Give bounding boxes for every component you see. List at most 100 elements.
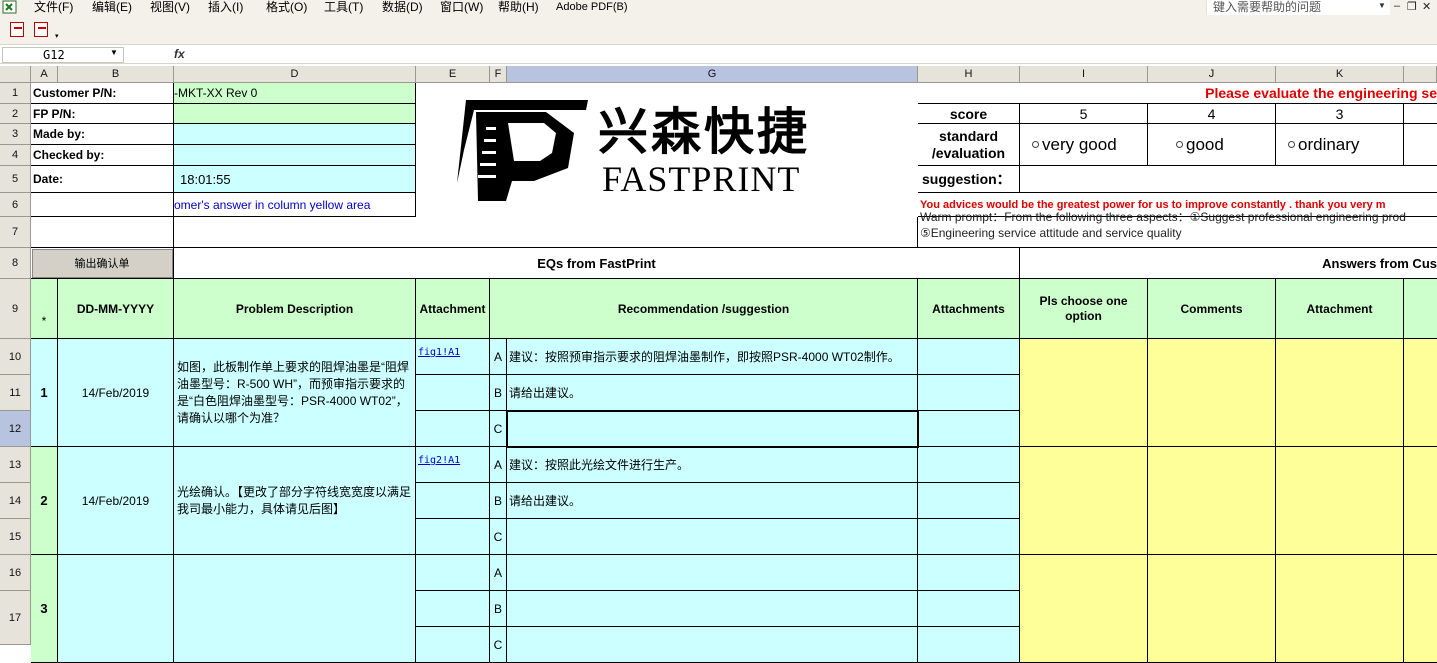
row-header-3[interactable]: 3 <box>0 124 31 145</box>
eq1-date[interactable]: 14/Feb/2019 <box>58 339 174 447</box>
row-header-13[interactable]: 13 <box>0 447 31 483</box>
eq2-comments[interactable] <box>1148 447 1276 555</box>
eq1-attachment-c[interactable] <box>416 411 490 447</box>
row-header-2[interactable]: 2 <box>0 104 31 124</box>
export-confirmation-button[interactable]: 输出确认单 <box>31 248 173 278</box>
menu-edit[interactable]: 编辑(E) <box>92 0 132 16</box>
eq1-attachment-b[interactable] <box>416 375 490 411</box>
eq2-attachments-c[interactable] <box>918 519 1020 555</box>
customer-pn-value[interactable]: -MKT-XX Rev 0 <box>174 83 416 104</box>
radio-very-good-icon[interactable] <box>1032 141 1039 148</box>
eq2-attachment-c[interactable] <box>416 519 490 555</box>
close-icon[interactable]: ✕ <box>1422 0 1431 13</box>
menu-window[interactable]: 窗口(W) <box>440 0 483 16</box>
column-header-g[interactable]: G <box>507 66 918 83</box>
eq1-choose[interactable] <box>1020 339 1148 447</box>
eq2-customer-attachment[interactable] <box>1276 447 1404 555</box>
made-by-value[interactable] <box>174 124 416 145</box>
fp-pn-value[interactable] <box>174 104 416 124</box>
option-very-good[interactable]: very good <box>1020 124 1148 166</box>
active-cell-selection[interactable] <box>506 410 919 448</box>
row-header-6[interactable]: 6 <box>0 193 31 217</box>
eq2-next[interactable] <box>1404 447 1437 555</box>
date-value[interactable]: 18:01:55 <box>174 166 416 193</box>
eq3-attachment-a[interactable] <box>416 555 490 591</box>
eq3-problem[interactable] <box>174 555 416 663</box>
row-header-4[interactable]: 4 <box>0 145 31 166</box>
column-header-j[interactable]: J <box>1148 66 1276 83</box>
eq1-attachments-c[interactable] <box>918 411 1020 447</box>
menu-format[interactable]: 格式(O) <box>266 0 307 16</box>
eq3-attachment-c[interactable] <box>416 627 490 663</box>
menu-tools[interactable]: 工具(T) <box>324 0 363 16</box>
eq3-customer-attachment[interactable] <box>1276 555 1404 663</box>
column-header-l[interactable] <box>1404 66 1437 83</box>
eq2-problem[interactable]: 光绘确认。【更改了部分字符线宽宽度以满足我司最小能力，具体请见后图】 <box>174 447 416 555</box>
row-header-14[interactable]: 14 <box>0 483 31 519</box>
eq1-comments[interactable] <box>1148 339 1276 447</box>
select-all-corner[interactable] <box>0 66 31 83</box>
row-header-15[interactable]: 15 <box>0 519 31 555</box>
pdf-email-icon[interactable] <box>34 22 48 37</box>
eq3-attachments-c[interactable] <box>918 627 1020 663</box>
row-header-9[interactable]: 9 <box>0 279 31 339</box>
pdf-convert-icon[interactable] <box>10 22 24 37</box>
toolbar-options-icon[interactable]: ▾ <box>55 32 59 40</box>
column-header-f[interactable]: F <box>490 66 507 83</box>
eq3-choose[interactable] <box>1020 555 1148 663</box>
eq1-attachment-a[interactable]: fig1!A1 <box>416 339 490 375</box>
eq1-attachments-a[interactable] <box>918 339 1020 375</box>
radio-good-icon[interactable] <box>1176 141 1183 148</box>
column-header-h[interactable]: H <box>918 66 1020 83</box>
column-header-b[interactable]: B <box>58 66 174 83</box>
eq3-comments[interactable] <box>1148 555 1276 663</box>
eq3-attachment-b[interactable] <box>416 591 490 627</box>
column-header-d[interactable]: D <box>174 66 416 83</box>
eq3-attachments-b[interactable] <box>918 591 1020 627</box>
eq1-option-b[interactable]: 请给出建议。 <box>507 375 918 411</box>
eq2-attachments-a[interactable] <box>918 447 1020 483</box>
help-search-input[interactable]: 键入需要帮助的问题 <box>1206 0 1390 15</box>
menu-data[interactable]: 数据(D) <box>382 0 423 16</box>
name-box-dropdown-icon[interactable]: ▼ <box>110 48 118 57</box>
radio-ordinary-icon[interactable] <box>1288 141 1295 148</box>
checked-by-value[interactable] <box>174 145 416 166</box>
row-header-17[interactable]: 17 <box>0 591 31 645</box>
eq3-date[interactable] <box>58 555 174 663</box>
column-header-e[interactable]: E <box>416 66 490 83</box>
eq2-link[interactable]: fig2!A1 <box>418 455 460 466</box>
column-header-i[interactable]: I <box>1020 66 1148 83</box>
menu-insert[interactable]: 插入(I) <box>208 0 243 16</box>
eq1-link[interactable]: fig1!A1 <box>418 347 460 358</box>
row-header-8[interactable]: 8 <box>0 248 31 279</box>
menu-view[interactable]: 视图(V) <box>150 0 190 16</box>
column-header-a[interactable]: A <box>31 66 58 83</box>
row7-blank-d[interactable] <box>174 217 918 248</box>
row-header-12[interactable]: 12 <box>0 411 31 447</box>
eq2-choose[interactable] <box>1020 447 1148 555</box>
restore-icon[interactable]: ❐ <box>1407 0 1417 13</box>
eq1-problem[interactable]: 如图，此板制作单上要求的阻焊油墨是“阻焊油墨型号：R-500 WH”，而预审指示… <box>174 339 416 447</box>
row-header-7[interactable]: 7 <box>0 217 31 248</box>
eq2-date[interactable]: 14/Feb/2019 <box>58 447 174 555</box>
name-box[interactable]: G12 <box>2 47 124 63</box>
option-good[interactable]: good <box>1148 124 1276 166</box>
eq1-next[interactable] <box>1404 339 1437 447</box>
eq2-attachments-b[interactable] <box>918 483 1020 519</box>
row6-blank[interactable] <box>31 193 174 217</box>
help-dropdown-icon[interactable]: ▼ <box>1378 1 1386 10</box>
option-ordinary[interactable]: ordinary <box>1276 124 1404 166</box>
eq3-option-b[interactable] <box>507 591 918 627</box>
row-header-10[interactable]: 10 <box>0 339 31 375</box>
function-icon[interactable]: fx <box>174 47 185 61</box>
menu-help[interactable]: 帮助(H) <box>498 0 539 16</box>
menu-file[interactable]: 文件(F) <box>34 0 73 16</box>
row-header-5[interactable]: 5 <box>0 166 31 193</box>
eq3-attachments-a[interactable] <box>918 555 1020 591</box>
eq2-option-b[interactable]: 请给出建议。 <box>507 483 918 519</box>
eq1-option-a[interactable]: 建议：按照预审指示要求的阻焊油墨制作，即按照PSR-4000 WT02制作。 <box>507 339 918 375</box>
eq3-next[interactable] <box>1404 555 1437 663</box>
row-header-11[interactable]: 11 <box>0 375 31 411</box>
eq3-option-a[interactable] <box>507 555 918 591</box>
column-header-k[interactable]: K <box>1276 66 1404 83</box>
